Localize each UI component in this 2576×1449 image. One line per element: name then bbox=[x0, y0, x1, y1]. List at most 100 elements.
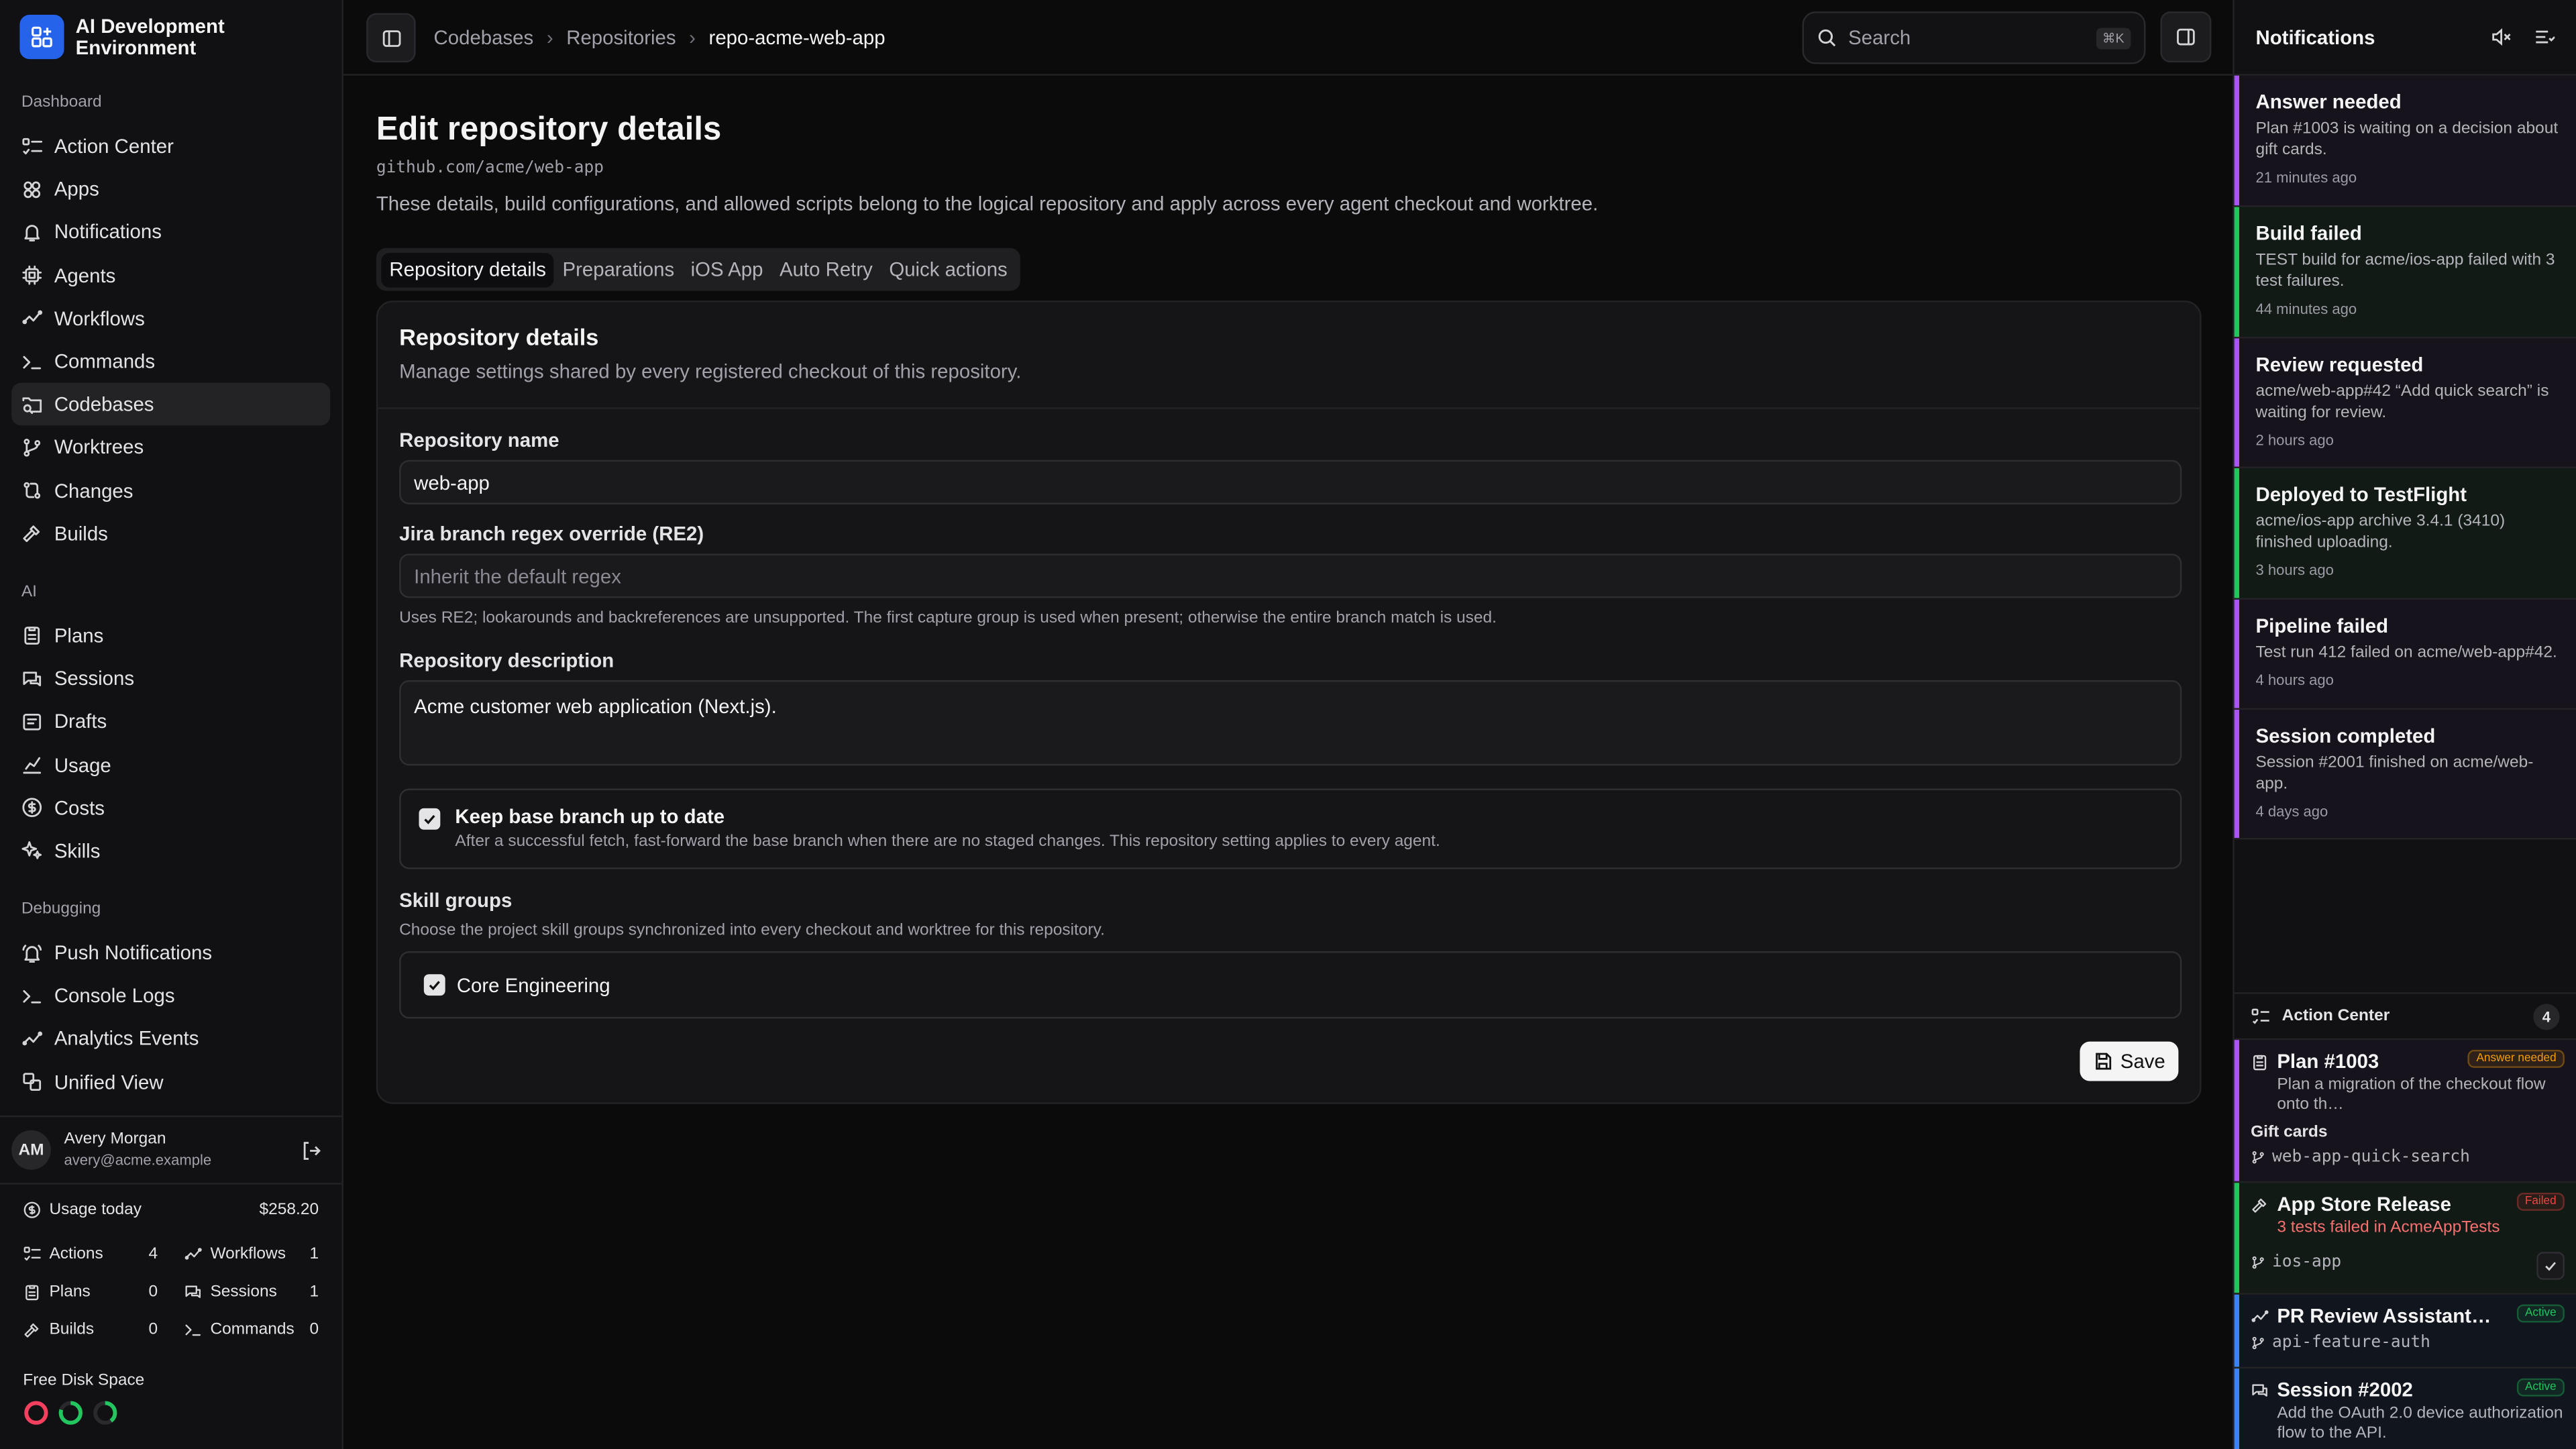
action-center-header[interactable]: Action Center 4 bbox=[2234, 992, 2576, 1038]
jira-regex-label: Jira branch regex override (RE2) bbox=[399, 522, 704, 546]
sidebar-item-costs[interactable]: Costs bbox=[11, 786, 330, 829]
tab-repository-details[interactable]: Repository details bbox=[381, 252, 555, 287]
sidebar-item-builds[interactable]: Builds bbox=[11, 512, 330, 555]
action-center-item[interactable]: App Store Release Failed 3 tests failed in… bbox=[2234, 1181, 2576, 1293]
sidebar-item-drafts[interactable]: Drafts bbox=[11, 700, 330, 743]
toggle-sidebar-button[interactable] bbox=[366, 13, 416, 63]
action-item-accent bbox=[2234, 1368, 2239, 1449]
notification-accent bbox=[2234, 599, 2239, 708]
search-input[interactable]: Search ⌘K bbox=[1802, 11, 2146, 64]
hammer-icon bbox=[21, 523, 43, 544]
repository-description-label: Repository description bbox=[399, 649, 614, 672]
notification-accent bbox=[2234, 338, 2239, 467]
sidebar-item-workflows[interactable]: Workflows bbox=[11, 297, 330, 340]
notification-title: Review requested bbox=[2255, 353, 2424, 376]
stat-label: Actions bbox=[49, 1244, 103, 1263]
toggle-notifications-panel-button[interactable] bbox=[2160, 11, 2212, 63]
mute-icon[interactable] bbox=[2491, 26, 2512, 48]
sidebar-item-console-logs[interactable]: Console Logs bbox=[11, 975, 330, 1018]
sidebar-item-action-center[interactable]: Action Center bbox=[11, 125, 330, 168]
sparkles-icon bbox=[21, 840, 43, 861]
usage-today[interactable]: Usage today $258.20 bbox=[23, 1201, 319, 1219]
action-item-title: Plan #1003 bbox=[2277, 1049, 2379, 1073]
breadcrumb-codebases[interactable]: Codebases bbox=[434, 26, 534, 49]
tab-quick-actions[interactable]: Quick actions bbox=[881, 252, 1016, 286]
stat-sessions[interactable]: Sessions 1 bbox=[184, 1280, 319, 1303]
notification-item[interactable]: Pipeline failed Test run 412 failed on ac… bbox=[2234, 599, 2576, 710]
sidebar-item-analytics-events[interactable]: Analytics Events bbox=[11, 1018, 330, 1061]
stat-value: 0 bbox=[148, 1282, 158, 1301]
sidebar-item-worktrees[interactable]: Worktrees bbox=[11, 426, 330, 469]
repository-name-input[interactable]: web-app bbox=[399, 460, 2182, 504]
sidebar-item-label: Action Center bbox=[54, 135, 174, 158]
skill-group-option[interactable]: Core Engineering bbox=[399, 951, 2182, 1019]
notification-time: 4 hours ago bbox=[2255, 672, 2334, 689]
keep-base-branch-checkbox[interactable] bbox=[419, 808, 441, 830]
sidebar-item-push-notifications[interactable]: Push Notifications bbox=[11, 932, 330, 975]
sidebar-item-label: Apps bbox=[54, 178, 99, 201]
brand[interactable]: AI Development Environment bbox=[0, 0, 341, 74]
repository-details-card: Repository details Manage settings share… bbox=[376, 301, 2202, 1104]
tab-ios-app[interactable]: iOS App bbox=[682, 252, 771, 286]
page-description: These details, build configurations, and… bbox=[376, 192, 1599, 215]
jira-regex-input[interactable]: Inherit the default regex bbox=[399, 553, 2182, 598]
sidebar-item-sessions[interactable]: Sessions bbox=[11, 657, 330, 700]
jira-regex-help: Uses RE2; lookarounds and backreferences… bbox=[399, 609, 1497, 628]
sidebar-item-agents[interactable]: Agents bbox=[11, 254, 330, 297]
stat-commands[interactable]: Commands 0 bbox=[184, 1318, 319, 1340]
action-center-item[interactable]: PR Review Assistant #4… Active api-feature… bbox=[2234, 1293, 2576, 1367]
list-checks-icon bbox=[23, 1244, 41, 1263]
keep-base-branch-option[interactable]: Keep base branch up to date After a succ… bbox=[399, 788, 2182, 869]
stat-builds[interactable]: Builds 0 bbox=[23, 1318, 158, 1340]
notification-item[interactable]: Review requested acme/web-app#42 “Add qui… bbox=[2234, 338, 2576, 468]
sidebar-item-label: Codebases bbox=[54, 392, 154, 417]
action-center-item[interactable]: Session #2002 Active Add the OAuth 2.0 dev… bbox=[2234, 1366, 2576, 1449]
tab-auto-retry[interactable]: Auto Retry bbox=[771, 252, 881, 286]
action-center-item[interactable]: Plan #1003 Answer needed Plan a migration … bbox=[2234, 1038, 2576, 1181]
action-item-description: 3 tests failed in AcmeAppTests bbox=[2277, 1219, 2500, 1238]
status-badge: Answer needed bbox=[2468, 1049, 2565, 1068]
sidebar-item-notifications[interactable]: Notifications bbox=[11, 211, 330, 254]
repository-description-textarea[interactable]: Acme customer web application (Next.js). bbox=[399, 680, 2182, 766]
sidebar-item-unified-view[interactable]: Unified View bbox=[11, 1061, 330, 1104]
tab-preparations[interactable]: Preparations bbox=[554, 252, 682, 286]
sidebar-item-apps[interactable]: Apps bbox=[11, 168, 330, 211]
notification-item[interactable]: Answer needed Plan #1003 is waiting on a … bbox=[2234, 75, 2576, 207]
repository-url: github.com/acme/web-app bbox=[376, 159, 604, 178]
breadcrumb-current: repo-acme-web-app bbox=[708, 26, 885, 50]
sidebar-item-commands[interactable]: Commands bbox=[11, 340, 330, 383]
checkmark-icon[interactable] bbox=[2536, 1252, 2565, 1280]
sidebar-item-skills[interactable]: Skills bbox=[11, 829, 330, 872]
notification-item[interactable]: Build failed TEST build for acme/ios-app … bbox=[2234, 207, 2576, 339]
skill-group-checkbox[interactable] bbox=[423, 974, 445, 996]
user-profile[interactable]: AM Avery Morgan avery@acme.example bbox=[0, 1115, 342, 1185]
stat-plans[interactable]: Plans 0 bbox=[23, 1280, 158, 1303]
card-subtitle: Manage settings shared by every register… bbox=[399, 360, 1022, 383]
save-button[interactable]: Save bbox=[2079, 1041, 2179, 1081]
stat-workflows[interactable]: Workflows 1 bbox=[184, 1242, 319, 1265]
sidebar-item-usage[interactable]: Usage bbox=[11, 743, 330, 786]
sidebar-item-codebases[interactable]: Codebases bbox=[11, 382, 331, 427]
mark-all-read-icon[interactable] bbox=[2533, 26, 2555, 48]
notification-accent bbox=[2234, 75, 2239, 206]
sidebar-item-label: Skills bbox=[54, 839, 101, 863]
sidebar-item-plans[interactable]: Plans bbox=[11, 614, 330, 657]
stats-grid: Actions 4 Workflows 1 Plans 0 Sessions 1 Builds 0… bbox=[23, 1242, 319, 1340]
git-branch-icon bbox=[2251, 1336, 2265, 1350]
skill-groups-label: Skill groups bbox=[399, 888, 513, 912]
logout-icon[interactable] bbox=[301, 1140, 322, 1162]
notification-body: Test run 412 failed on acme/web-app#42. bbox=[2255, 644, 2557, 662]
breadcrumb-repositories[interactable]: Repositories bbox=[566, 26, 676, 49]
user-email: avery@acme.example bbox=[64, 1151, 212, 1169]
notification-body: Plan #1003 is waiting on a decision abou… bbox=[2255, 119, 2559, 160]
sidebar-item-changes[interactable]: Changes bbox=[11, 469, 330, 512]
notification-title: Deployed to TestFlight bbox=[2255, 483, 2467, 506]
disk-ring-3 bbox=[92, 1400, 118, 1426]
notification-title: Build failed bbox=[2255, 221, 2362, 245]
notifications-panel: Notifications Answer needed Plan #1003 is… bbox=[2233, 0, 2576, 1449]
stat-actions[interactable]: Actions 4 bbox=[23, 1242, 158, 1265]
notification-item[interactable]: Deployed to TestFlight acme/ios-app archi… bbox=[2234, 468, 2576, 600]
stat-value: 0 bbox=[309, 1320, 319, 1338]
stat-label: Commands bbox=[210, 1320, 294, 1338]
notification-item[interactable]: Session completed Session #2001 finished … bbox=[2234, 709, 2576, 840]
